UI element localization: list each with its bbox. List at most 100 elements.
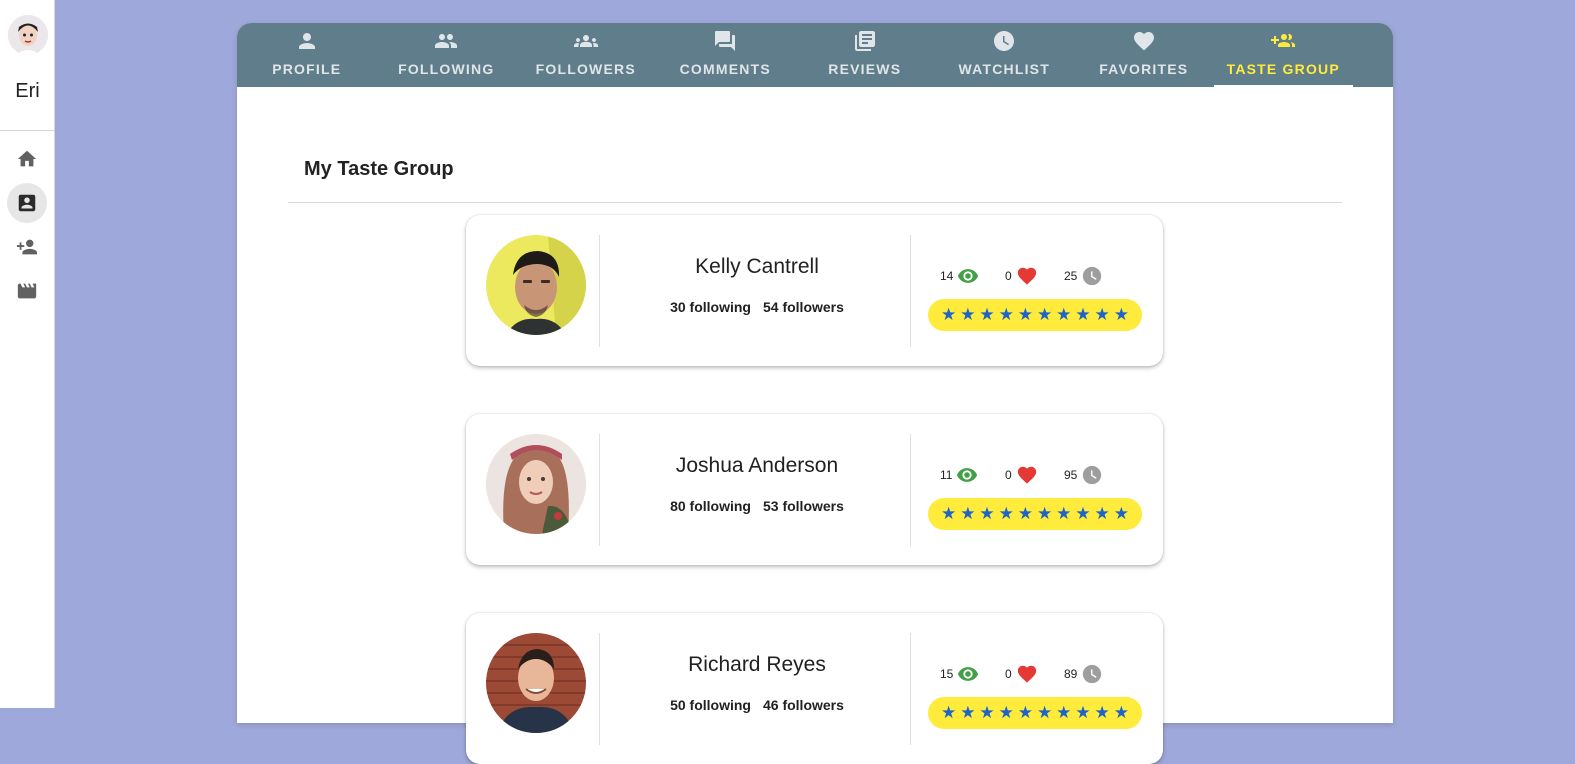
star-icon[interactable]: ★ [939,305,958,325]
favorites-count: 0 [1005,468,1012,482]
star-icon[interactable]: ★ [1054,305,1073,325]
tab-profile[interactable]: PROFILE [237,23,377,87]
star-icon[interactable]: ★ [1093,703,1112,723]
tab-taste-group[interactable]: TASTE GROUP [1213,23,1354,87]
user-avatar[interactable] [8,15,48,55]
star-icon[interactable]: ★ [939,703,958,723]
member-avatar[interactable] [486,235,586,335]
star-icon[interactable]: ★ [1035,305,1054,325]
watchlist-stat: 25 [1064,265,1103,287]
member-name[interactable]: Joshua Anderson [599,454,915,478]
star-icon[interactable]: ★ [1073,305,1092,325]
followers-count[interactable]: 53 followers [763,498,844,514]
star-icon[interactable]: ★ [977,305,996,325]
star-icon[interactable]: ★ [1054,703,1073,723]
tab-bar: PROFILE FOLLOWING FOLLOWERS COMMENTS REV… [237,23,1393,87]
favorites-stat: 0 [1005,265,1038,287]
member-avatar[interactable] [486,434,586,534]
star-icon[interactable]: ★ [958,305,977,325]
star-icon[interactable]: ★ [1016,703,1035,723]
title-divider [288,202,1342,203]
watched-count: 11 [940,468,953,482]
member-name[interactable]: Richard Reyes [599,653,915,677]
star-icon[interactable]: ★ [1073,703,1092,723]
watchlist-count: 89 [1064,667,1078,681]
star-icon[interactable]: ★ [997,703,1016,723]
following-count[interactable]: 50 following [670,697,751,713]
sidebar: Eri [0,0,55,708]
card-divider [910,235,911,347]
followers-count[interactable]: 54 followers [763,299,844,315]
star-icon[interactable]: ★ [977,703,996,723]
groups-icon [573,35,598,47]
sidebar-item-add-person[interactable] [7,227,47,267]
star-icon[interactable]: ★ [958,504,977,524]
star-icon[interactable]: ★ [1112,504,1131,524]
star-icon[interactable]: ★ [1112,305,1131,325]
tab-comments[interactable]: COMMENTS [656,23,796,87]
star-icon[interactable]: ★ [939,504,958,524]
star-icon[interactable]: ★ [958,703,977,723]
star-icon[interactable]: ★ [1054,504,1073,524]
member-follow-stats: 80 following 53 followers [599,498,915,514]
library-books-icon [854,31,875,51]
watched-stat: 11 [940,464,978,486]
star-icon[interactable]: ★ [977,504,996,524]
watched-stat: 15 [940,663,979,685]
following-count[interactable]: 80 following [670,498,751,514]
star-icon[interactable]: ★ [1035,703,1054,723]
clock-icon [1083,266,1102,286]
member-follow-stats: 30 following 54 followers [599,299,915,315]
star-icon[interactable]: ★ [1093,305,1112,325]
page-title: My Taste Group [304,158,454,180]
watchlist-stat: 95 [1064,464,1103,486]
star-icon[interactable]: ★ [1112,703,1131,723]
clock-icon [994,31,1015,51]
sidebar-item-movies[interactable] [7,271,47,311]
sidebar-item-profile[interactable] [7,183,47,223]
tab-reviews[interactable]: REVIEWS [795,23,935,87]
user-name: Eri [15,80,40,102]
rating-stars: ★ ★ ★ ★ ★ ★ ★ ★ ★ ★ [928,498,1142,530]
watchlist-count: 95 [1064,468,1078,482]
rating-stars: ★ ★ ★ ★ ★ ★ ★ ★ ★ ★ [928,299,1142,331]
followers-count[interactable]: 46 followers [763,697,844,713]
star-icon[interactable]: ★ [997,504,1016,524]
watched-count: 15 [940,667,954,681]
favorites-count: 0 [1005,667,1012,681]
tab-label: FAVORITES [1099,61,1189,77]
clock-icon [1083,664,1102,684]
card-divider [599,434,600,546]
heart-icon [1133,32,1154,51]
account-box-icon [18,194,36,212]
sidebar-item-home[interactable] [7,139,47,179]
tab-watchlist[interactable]: WATCHLIST [935,23,1075,87]
clock-icon [1083,465,1102,485]
member-name[interactable]: Kelly Cantrell [599,255,915,279]
star-icon[interactable]: ★ [1016,305,1035,325]
card-divider [599,235,600,347]
rating-stars: ★ ★ ★ ★ ★ ★ ★ ★ ★ ★ [928,697,1142,729]
card-divider [599,633,600,745]
tab-followers[interactable]: FOLLOWERS [516,23,656,87]
tab-favorites[interactable]: FAVORITES [1074,23,1214,87]
member-card[interactable]: Richard Reyes 50 following 46 followers 1… [466,613,1163,764]
star-icon[interactable]: ★ [1035,504,1054,524]
following-count[interactable]: 30 following [670,299,751,315]
star-icon[interactable]: ★ [1073,504,1092,524]
member-card[interactable]: Joshua Anderson 80 following 53 followers… [466,414,1163,565]
star-icon[interactable]: ★ [997,305,1016,325]
home-icon [17,150,37,167]
tab-following[interactable]: FOLLOWING [377,23,517,87]
main-panel: PROFILE FOLLOWING FOLLOWERS COMMENTS REV… [237,23,1393,764]
member-card[interactable]: Kelly Cantrell 30 following 54 followers … [466,215,1163,366]
eye-icon [958,269,979,283]
watchlist-count: 25 [1064,269,1078,283]
movie-icon [17,283,37,299]
eye-icon [958,667,979,681]
star-icon[interactable]: ★ [1016,504,1035,524]
member-avatar[interactable] [486,633,586,733]
card-divider [910,633,911,745]
star-icon[interactable]: ★ [1093,504,1112,524]
tab-label: TASTE GROUP [1226,61,1340,77]
